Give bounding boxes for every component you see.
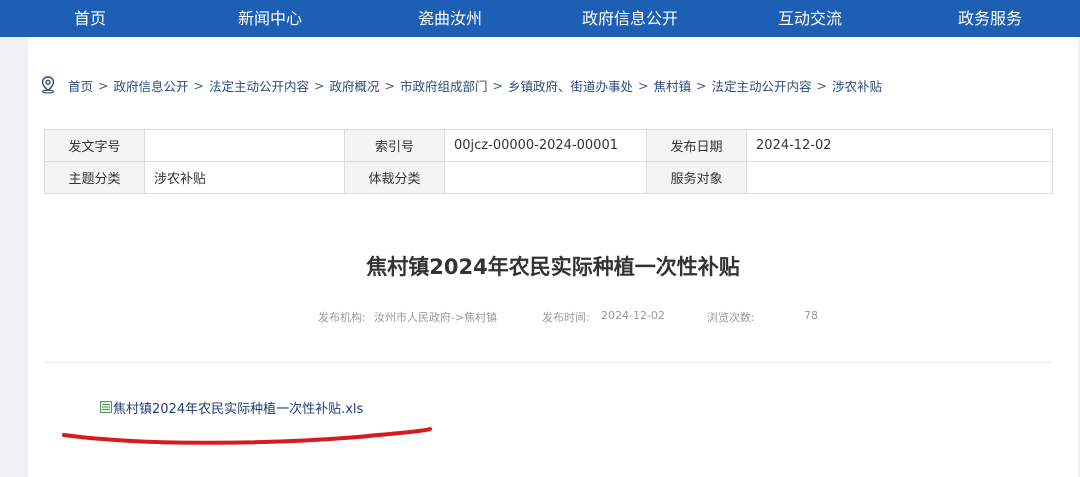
breadcrumb-item-townships[interactable]: 乡镇政府、街道办事处 [508,76,633,95]
attachment-link[interactable]: 焦村镇2024年农民实际种植一次性补贴.xls [100,398,363,417]
breadcrumb-separator: > [696,77,707,93]
breadcrumb-separator: > [384,77,395,93]
publisher-label: 发布机构: [318,311,366,324]
table-row: 发文字号 索引号 00jcz-00000-2024-00001 发布日期 202… [44,129,1053,162]
index-value: 00jcz-00000-2024-00001 [444,129,647,162]
article-title: 焦村镇2024年农民实际种植一次性补贴 [366,255,740,279]
breadcrumb-separator: > [314,77,325,93]
red-underline-annotation [62,427,432,445]
breadcrumb-separator: > [816,77,827,93]
attachment-filename[interactable]: 焦村镇2024年农民实际种植一次性补贴.xls [113,398,363,417]
publish-date-value: 2024-12-02 [746,129,1053,162]
genre-label: 体裁分类 [344,161,445,194]
topic-label: 主题分类 [44,161,145,194]
breadcrumb-separator: > [193,77,204,93]
breadcrumb-separator: > [492,77,503,93]
breadcrumb: 首页 > 政府信息公开 > 法定主动公开内容 > 政府概况 > 市政府组成部门 … [40,75,882,95]
document-meta-table: 发文字号 索引号 00jcz-00000-2024-00001 发布日期 202… [44,129,1053,194]
doc-number-value [144,129,345,162]
breadcrumb-item-gov-info[interactable]: 政府信息公开 [114,76,189,95]
breadcrumb-item-statutory-content[interactable]: 法定主动公开内容 [209,76,309,95]
nav-item-news[interactable]: 新闻中心 [180,0,360,37]
breadcrumb-item-gov-overview[interactable]: 政府概况 [330,76,380,95]
doc-number-label: 发文字号 [44,129,145,162]
breadcrumb-separator: > [638,77,649,93]
article-info-line: 发布机构: 汝州市人民政府->焦村镇 发布时间: 2024-12-02 浏览次数… [28,309,1078,325]
nav-item-services[interactable]: 政务服务 [900,0,1080,37]
breadcrumb-item-jiaocun[interactable]: 焦村镇 [654,76,692,95]
view-count-label: 浏览次数: [707,311,755,324]
breadcrumb-item-gov-departments[interactable]: 市政府组成部门 [400,76,488,95]
publisher-value: 汝州市人民政府->焦村镇 [374,311,498,324]
nav-item-ruzhou[interactable]: 瓷曲汝州 [360,0,540,37]
divider [44,362,1052,363]
breadcrumb-item-statutory-content-2[interactable]: 法定主动公开内容 [712,76,812,95]
breadcrumb-item-home[interactable]: 首页 [68,76,93,95]
nav-item-gov-info[interactable]: 政府信息公开 [540,0,720,37]
nav-item-interaction[interactable]: 互动交流 [720,0,900,37]
breadcrumb-separator: > [98,77,109,93]
index-label: 索引号 [344,129,445,162]
excel-file-icon [100,401,112,413]
audience-label: 服务对象 [646,161,747,194]
location-pin-icon [41,76,55,94]
genre-value [444,161,647,194]
audience-value [746,161,1053,194]
nav-item-home[interactable]: 首页 [0,0,180,37]
content-panel: 首页 > 政府信息公开 > 法定主动公开内容 > 政府概况 > 市政府组成部门 … [28,37,1078,477]
publish-time-value: 2024-12-02 [601,309,665,322]
publish-time-label: 发布时间: [542,311,590,324]
top-navigation: 首页 新闻中心 瓷曲汝州 政府信息公开 互动交流 政务服务 [0,0,1080,37]
publish-date-label: 发布日期 [646,129,747,162]
breadcrumb-item-agri-subsidy[interactable]: 涉农补贴 [832,76,882,95]
topic-value: 涉农补贴 [144,161,345,194]
table-row: 主题分类 涉农补贴 体裁分类 服务对象 [44,161,1053,194]
view-count-value: 78 [804,309,818,322]
